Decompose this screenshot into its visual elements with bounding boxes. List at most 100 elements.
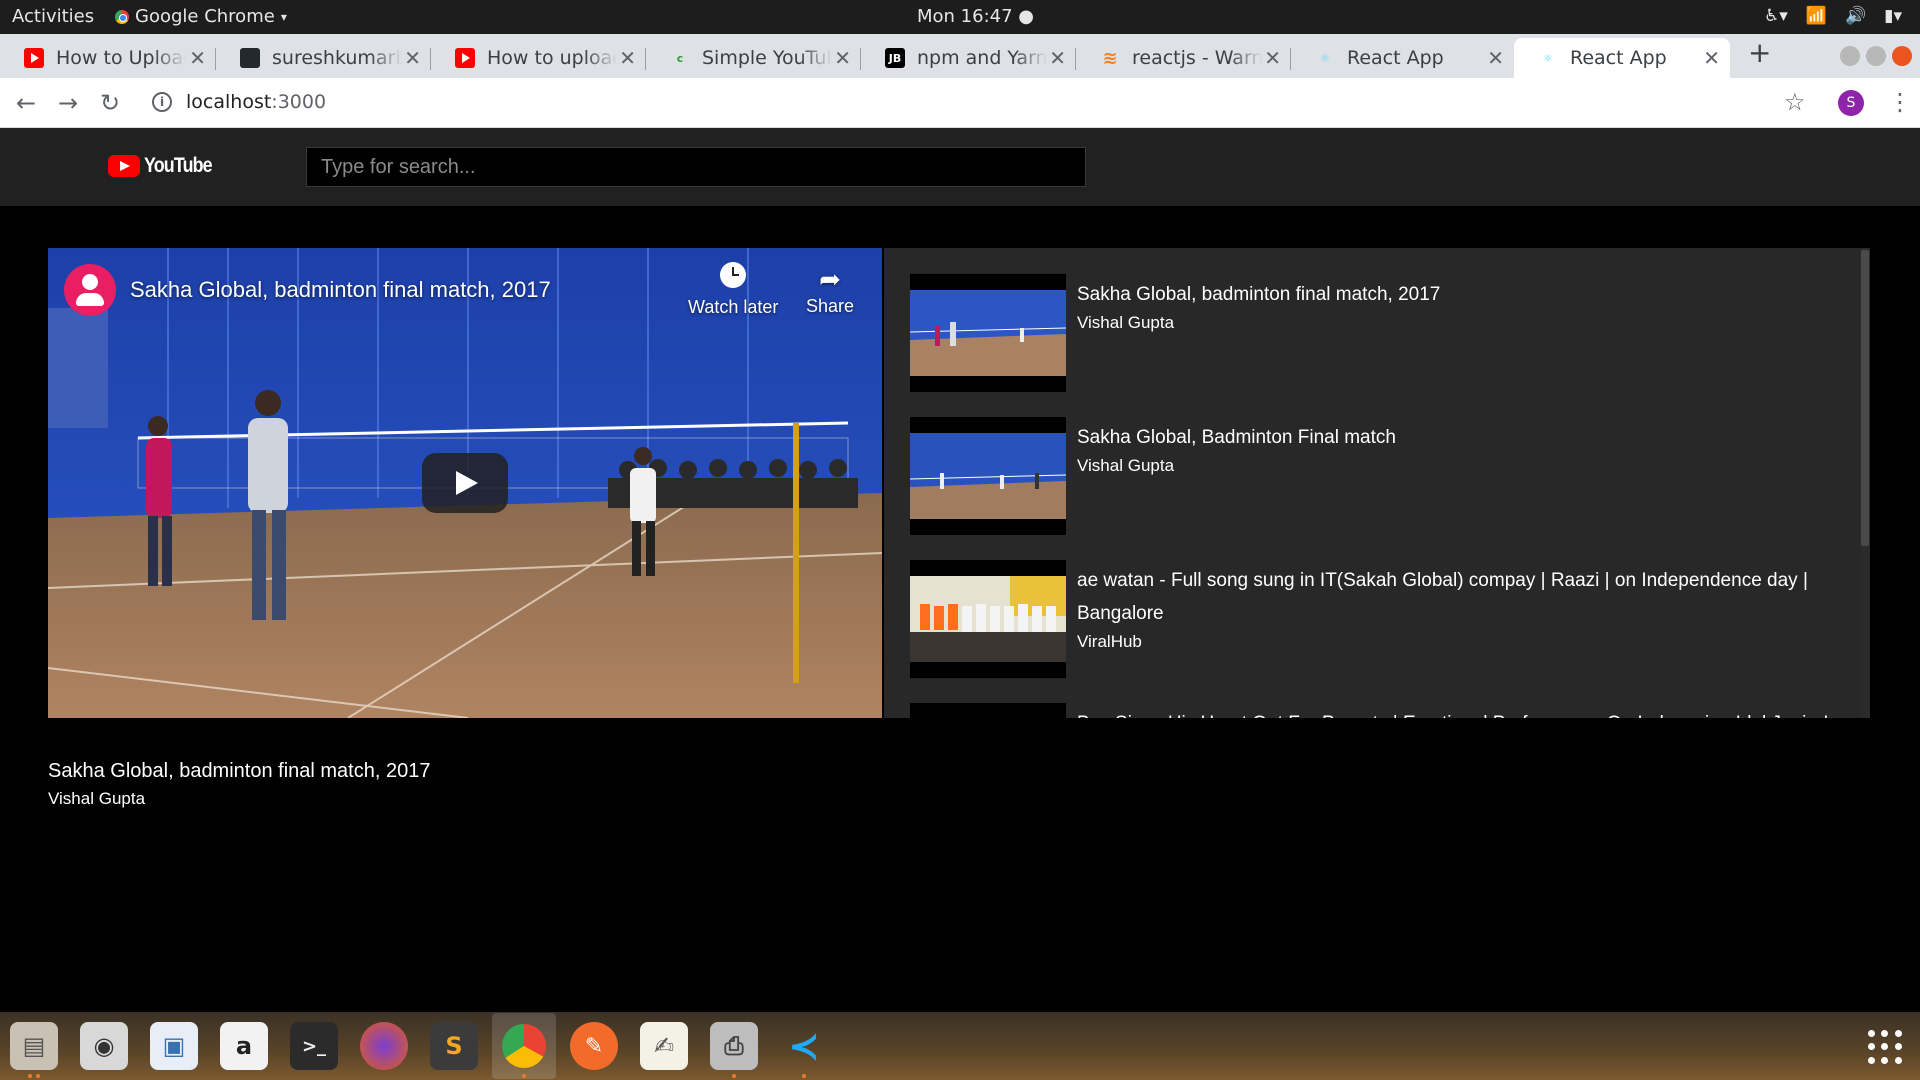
system-clock[interactable]: Mon 16:47 ● — [917, 6, 1034, 27]
video-info: Sakha Global, badminton final match, 201… — [1077, 278, 1837, 333]
logo-text: YouTube — [144, 154, 213, 177]
video-thumbnail[interactable] — [910, 560, 1066, 678]
tab-3[interactable]: c Simple YouTub ✕ — [646, 38, 861, 78]
player-video-title[interactable]: Sakha Global, badminton final match, 201… — [130, 277, 551, 303]
scrollbar-track[interactable] — [1860, 248, 1870, 718]
video-list-item[interactable]: ae watan - Full song sung in IT(Sakah Gl… — [910, 560, 1840, 678]
vscode-icon[interactable]: ≺ — [780, 1022, 828, 1070]
chrome-dock-icon[interactable] — [492, 1013, 556, 1079]
minimize-button[interactable] — [1840, 46, 1860, 66]
tab-title: How to upload — [487, 47, 617, 69]
close-icon[interactable]: ✕ — [1049, 46, 1066, 70]
profile-avatar[interactable]: S — [1838, 90, 1864, 116]
close-icon[interactable]: ✕ — [834, 46, 851, 70]
tab-7-active[interactable]: ⚛ React App ✕ — [1514, 38, 1730, 78]
codesandbox-icon: c — [676, 51, 684, 65]
close-icon[interactable]: ✕ — [1264, 46, 1281, 70]
share-button[interactable]: ➦ Share — [806, 262, 854, 317]
activities-button[interactable]: Activities — [12, 6, 94, 27]
stackoverflow-icon: ≋ — [1102, 47, 1118, 69]
video-list-item[interactable]: Sakha Global, Badminton Final match Vish… — [910, 417, 1840, 535]
tab-4[interactable]: JB npm and Yarn ✕ — [861, 38, 1076, 78]
close-icon[interactable]: ✕ — [404, 46, 421, 70]
url-text[interactable]: localhost:3000 — [186, 91, 326, 113]
video-thumbnail[interactable] — [910, 703, 1066, 718]
rhythmbox-icon[interactable]: ◉ — [80, 1022, 128, 1070]
watch-later-button[interactable]: Watch later — [688, 262, 778, 318]
tab-title: sureshkumarbe — [272, 47, 402, 69]
video-title[interactable]: ae watan - Full song sung in IT(Sakah Gl… — [1077, 564, 1837, 630]
tab-2[interactable]: How to upload ✕ — [431, 38, 646, 78]
video-player[interactable]: Sakha Global, badminton final match, 201… — [48, 248, 882, 718]
accessibility-icon[interactable]: ♿▾ — [1764, 6, 1788, 26]
thumbnail-image — [910, 576, 1066, 662]
video-title[interactable]: Sakha Global, Badminton Final match — [1077, 421, 1837, 454]
youtube-icon — [24, 48, 44, 68]
running-indicator — [36, 1074, 40, 1078]
amazon-icon[interactable]: a — [220, 1022, 268, 1070]
url-host: localhost — [186, 91, 272, 113]
play-button[interactable] — [422, 453, 508, 513]
window-close-button[interactable] — [1892, 46, 1912, 66]
firefox-icon[interactable] — [360, 1022, 408, 1070]
video-list-item[interactable]: Boy Sings His Heart Out For Parents | Em… — [910, 703, 1840, 718]
forward-arrow-icon[interactable]: → — [58, 89, 78, 117]
chrome-icon — [115, 9, 129, 24]
channel-avatar[interactable] — [64, 264, 116, 316]
system-tray[interactable]: ♿▾ 📶 🔊 ▮▾ — [1764, 6, 1902, 26]
tab-title: How to Upload — [56, 47, 186, 69]
tab-5[interactable]: ≋ reactjs - Warnin ✕ — [1076, 38, 1291, 78]
thumbnail-image — [910, 290, 1066, 376]
tab-1[interactable]: sureshkumarbe ✕ — [216, 38, 431, 78]
jetbrains-icon: JB — [885, 48, 905, 68]
running-indicator — [732, 1074, 736, 1078]
youtube-play-icon — [108, 155, 140, 177]
video-title[interactable]: Boy Sings His Heart Out For Parents | Em… — [1077, 707, 1837, 718]
close-icon[interactable]: ✕ — [1487, 46, 1504, 70]
files-app-icon[interactable]: ▤ — [10, 1022, 58, 1070]
app-menu[interactable]: Google Chrome ▾ — [115, 6, 287, 27]
search-input[interactable] — [306, 147, 1086, 187]
reload-icon[interactable]: ↻ — [100, 89, 120, 117]
maximize-button[interactable] — [1866, 46, 1886, 66]
new-tab-button[interactable]: + — [1748, 36, 1771, 69]
url-port: :3000 — [271, 91, 327, 113]
running-indicator — [522, 1074, 526, 1078]
tab-title: React App — [1570, 47, 1667, 69]
system-top-bar: Activities Google Chrome ▾ Mon 16:47 ● ♿… — [0, 0, 1920, 34]
youtube-logo[interactable]: YouTube — [108, 154, 224, 178]
scrollbar-thumb[interactable] — [1861, 250, 1869, 546]
printer-icon[interactable]: ⎙ — [710, 1022, 758, 1070]
terminal-icon[interactable]: >_ — [290, 1022, 338, 1070]
close-icon[interactable]: ✕ — [619, 46, 636, 70]
info-icon[interactable]: i — [152, 92, 172, 112]
video-channel: Vishal Gupta — [1077, 313, 1175, 332]
kebab-menu-icon[interactable]: ⋮ — [1888, 88, 1912, 116]
video-list-item[interactable]: Sakha Global, badminton final match, 201… — [910, 274, 1840, 392]
battery-icon[interactable]: ▮▾ — [1884, 6, 1902, 26]
close-icon[interactable]: ✕ — [1703, 46, 1720, 70]
video-title[interactable]: Sakha Global, badminton final match, 201… — [1077, 278, 1837, 311]
tab-title: React App — [1347, 47, 1444, 69]
image-viewer-icon[interactable]: ▣ — [150, 1022, 198, 1070]
close-icon[interactable]: ✕ — [189, 46, 206, 70]
video-channel: Vishal Gupta — [1077, 456, 1175, 475]
video-thumbnail[interactable] — [910, 417, 1066, 535]
video-list[interactable]: Sakha Global, badminton final match, 201… — [884, 248, 1870, 718]
tab-6[interactable]: ⚛ React App ✕ — [1291, 38, 1514, 78]
tab-0[interactable]: How to Upload ✕ — [0, 38, 216, 78]
back-arrow-icon[interactable]: ← — [16, 89, 36, 117]
tab-strip: How to Upload ✕ sureshkumarbe ✕ How to u… — [0, 34, 1920, 78]
running-indicator — [802, 1074, 806, 1078]
address-bar[interactable]: i localhost:3000 — [152, 91, 326, 113]
window-controls — [1840, 46, 1912, 66]
video-thumbnail[interactable] — [910, 274, 1066, 392]
show-applications-icon[interactable] — [1868, 1030, 1902, 1064]
bookmark-star-icon[interactable]: ☆ — [1784, 88, 1806, 116]
volume-icon[interactable]: 🔊 — [1845, 6, 1866, 26]
wifi-icon[interactable]: 📶 — [1806, 6, 1827, 26]
postman-icon[interactable]: ✎ — [570, 1022, 618, 1070]
sublime-text-icon[interactable]: S — [430, 1022, 478, 1070]
text-editor-icon[interactable]: ✍ — [640, 1022, 688, 1070]
tab-title: Simple YouTub — [702, 47, 832, 69]
